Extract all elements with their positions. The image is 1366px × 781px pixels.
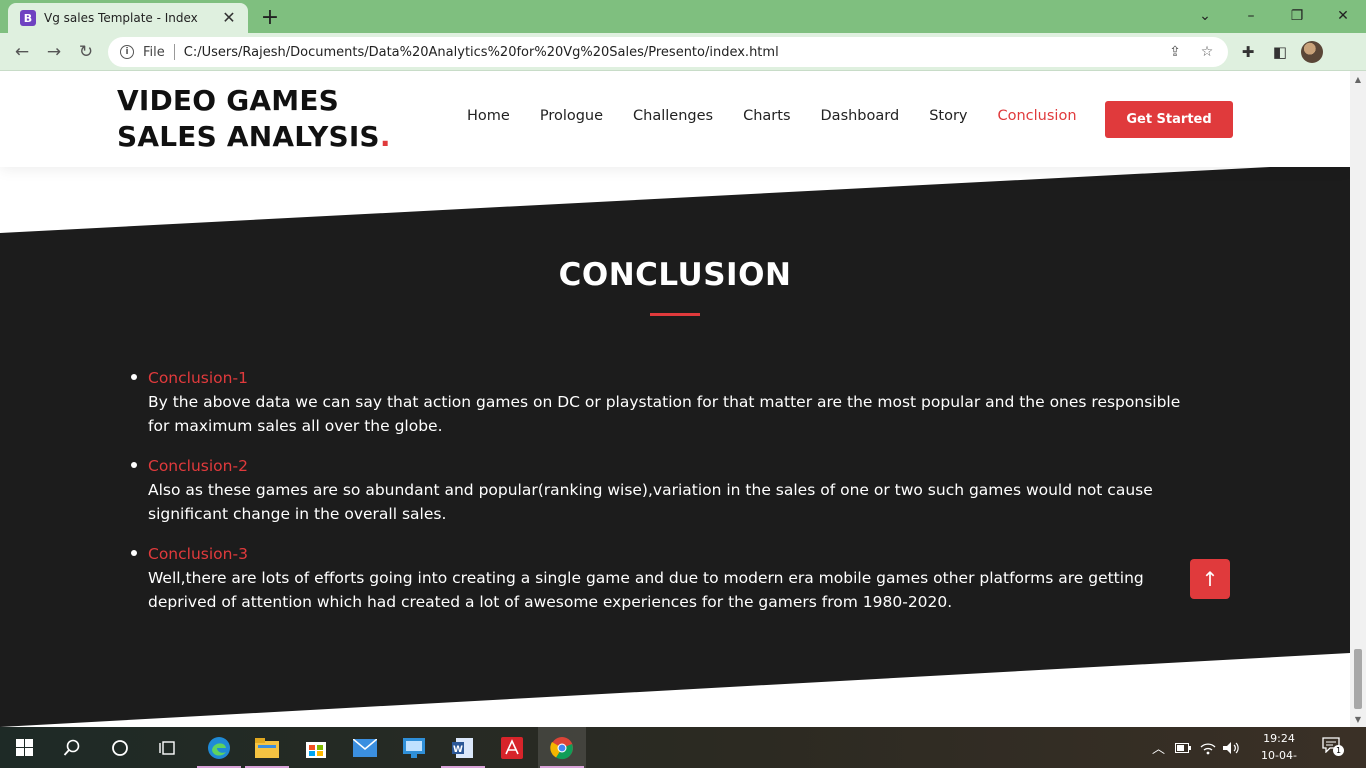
cortana-icon[interactable] xyxy=(96,727,144,768)
word-icon[interactable]: W xyxy=(439,727,487,768)
conclusion-title: Conclusion-3 xyxy=(148,545,248,563)
svg-text:W: W xyxy=(453,745,463,755)
new-tab-button[interactable]: + xyxy=(258,5,282,30)
scroll-thumb[interactable] xyxy=(1354,649,1362,709)
avatar[interactable] xyxy=(1301,41,1323,63)
conclusion-text: Also as these games are so abundant and … xyxy=(148,481,1153,523)
main-nav: Home Prologue Challenges Charts Dashboar… xyxy=(467,108,1107,124)
arrow-up-icon: ↑ xyxy=(1201,567,1219,591)
nav-charts[interactable]: Charts xyxy=(743,108,790,124)
conclusion-title: Conclusion-2 xyxy=(148,457,248,475)
puzzle-icon[interactable]: ✚ xyxy=(1238,42,1258,62)
site-logo[interactable]: VIDEO GAMES SALES ANALYSIS. xyxy=(117,83,437,155)
minimize-button[interactable]: – xyxy=(1236,4,1266,28)
arrow-right-icon[interactable]: → xyxy=(41,40,67,64)
tab-search-chevron-icon[interactable]: ⌄ xyxy=(1190,4,1220,28)
notification-center-icon[interactable]: 1 xyxy=(1322,737,1344,757)
notification-badge: 1 xyxy=(1333,745,1344,756)
conclusion-text: Well,there are lots of efforts going int… xyxy=(148,569,1144,611)
edge-icon[interactable] xyxy=(195,727,243,768)
file-explorer-icon[interactable] xyxy=(243,727,291,768)
remote-desktop-icon[interactable] xyxy=(390,727,438,768)
nav-conclusion[interactable]: Conclusion xyxy=(998,108,1077,124)
address-bar[interactable]: i File C:/Users/Rajesh/Documents/Data%20… xyxy=(108,37,1228,67)
list-item: Conclusion-2 Also as these games are so … xyxy=(130,454,1200,526)
browser-tab-strip: B Vg sales Template - Index ✕ + ⌄ – ❐ ✕ xyxy=(0,0,1366,33)
store-icon[interactable] xyxy=(292,727,340,768)
close-icon[interactable]: ✕ xyxy=(220,8,238,28)
search-icon[interactable] xyxy=(48,727,96,768)
bullet xyxy=(131,374,137,380)
bullet xyxy=(131,462,137,468)
scroll-up-icon[interactable]: ▲ xyxy=(1350,71,1366,87)
wifi-icon[interactable] xyxy=(1200,727,1216,768)
file-scheme-label: File xyxy=(143,44,165,60)
info-icon[interactable]: i xyxy=(120,45,134,59)
scroll-down-icon[interactable]: ▼ xyxy=(1350,711,1366,727)
battery-icon[interactable] xyxy=(1175,727,1191,768)
mail-icon[interactable] xyxy=(341,727,389,768)
conclusion-list: Conclusion-1 By the above data we can sa… xyxy=(130,366,1200,630)
browser-toolbar: ← → ↻ i File C:/Users/Rajesh/Documents/D… xyxy=(0,33,1366,71)
get-started-button[interactable]: Get Started xyxy=(1105,101,1233,138)
site-header: VIDEO GAMES SALES ANALYSIS. Home Prologu… xyxy=(0,71,1350,167)
list-item: Conclusion-3 Well,there are lots of effo… xyxy=(130,542,1200,614)
back-to-top-button[interactable]: ↑ xyxy=(1190,559,1230,599)
logo-dot: . xyxy=(379,120,391,153)
url-text[interactable]: C:/Users/Rajesh/Documents/Data%20Analyti… xyxy=(184,45,779,60)
nav-prologue[interactable]: Prologue xyxy=(540,108,603,124)
acrobat-icon[interactable] xyxy=(488,727,536,768)
nav-home[interactable]: Home xyxy=(467,108,510,124)
arrow-left-icon[interactable]: ← xyxy=(9,40,35,64)
conclusion-text: By the above data we can say that action… xyxy=(148,393,1181,435)
restore-button[interactable]: ❐ xyxy=(1282,4,1312,28)
logo-text: VIDEO GAMES SALES ANALYSIS xyxy=(117,84,380,153)
bullet xyxy=(131,550,137,556)
conclusion-title: Conclusion-1 xyxy=(148,369,248,387)
bootstrap-favicon-icon: B xyxy=(20,10,36,26)
address-divider xyxy=(173,44,175,60)
page-viewport: VIDEO GAMES SALES ANALYSIS. Home Prologu… xyxy=(0,71,1350,727)
windows-start-icon[interactable] xyxy=(0,727,48,768)
system-clock[interactable]: 19:24 10-04-2023 xyxy=(1248,730,1310,781)
windows-taskbar: W ︿ 19:24 10-04-2023 1 xyxy=(0,727,1366,779)
tab-title: Vg sales Template - Index xyxy=(44,11,198,25)
title-underline xyxy=(650,313,700,316)
reload-icon[interactable]: ↻ xyxy=(73,40,99,64)
star-icon[interactable]: ☆ xyxy=(1199,44,1215,60)
nav-story[interactable]: Story xyxy=(929,108,967,124)
list-item: Conclusion-1 By the above data we can sa… xyxy=(130,366,1200,438)
clock-time: 19:24 xyxy=(1263,732,1295,745)
scrollbar[interactable]: ▲ ▼ xyxy=(1350,71,1366,727)
show-hidden-icons-chevron-icon[interactable]: ︿ xyxy=(1152,727,1165,768)
clock-date: 10-04-2023 xyxy=(1261,749,1297,779)
volume-icon[interactable] xyxy=(1222,727,1240,768)
side-panel-icon[interactable]: ◧ xyxy=(1270,42,1290,62)
nav-dashboard[interactable]: Dashboard xyxy=(821,108,900,124)
browser-tab[interactable]: B Vg sales Template - Index ✕ xyxy=(8,3,248,33)
chrome-icon[interactable] xyxy=(538,727,586,768)
task-view-icon[interactable] xyxy=(144,727,192,768)
close-window-button[interactable]: ✕ xyxy=(1328,4,1358,28)
share-icon[interactable]: ⇪ xyxy=(1167,44,1183,60)
section-title: CONCLUSION xyxy=(558,257,792,293)
nav-challenges[interactable]: Challenges xyxy=(633,108,713,124)
